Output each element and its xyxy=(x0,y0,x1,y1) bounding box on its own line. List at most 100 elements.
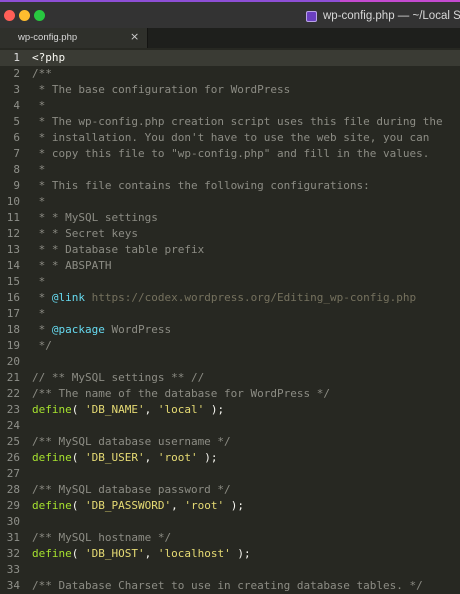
code-line[interactable]: 23 define( 'DB_NAME', 'local' ); xyxy=(0,402,460,418)
line-number: 28 xyxy=(6,483,20,496)
code-text: define( 'DB_PASSWORD', 'root' ); xyxy=(32,498,244,514)
code-line[interactable]: 13 * * Database table prefix xyxy=(0,242,460,258)
php-file-icon xyxy=(306,10,317,22)
code-token: /** MySQL database username */ xyxy=(32,435,231,448)
code-line[interactable]: 32 define( 'DB_HOST', 'localhost' ); xyxy=(0,546,460,562)
line-number: 10 xyxy=(6,195,20,208)
code-text: * @package WordPress xyxy=(32,322,171,338)
code-line[interactable]: 21 // ** MySQL settings ** // xyxy=(0,370,460,386)
code-text: * copy this file to "wp-config.php" and … xyxy=(32,146,430,162)
code-line[interactable]: 6 * installation. You don't have to use … xyxy=(0,130,460,146)
code-editor[interactable]: 1 <?php 2 /** 3 * The base configuration for… xyxy=(0,50,460,594)
code-text: // ** MySQL settings ** // xyxy=(32,370,204,386)
code-line[interactable]: 2 /** xyxy=(0,66,460,82)
code-token: * installation. You don't have to use th… xyxy=(32,131,430,144)
code-token: * xyxy=(32,275,46,288)
code-line[interactable]: 9 * This file contains the following con… xyxy=(0,178,460,194)
line-number: 8 xyxy=(13,163,20,176)
code-line[interactable]: 12 * * Secret keys xyxy=(0,226,460,242)
code-text: * xyxy=(32,194,46,210)
code-token: */ xyxy=(32,339,52,352)
code-line[interactable]: 25 /** MySQL database username */ xyxy=(0,434,460,450)
minimize-window-button[interactable] xyxy=(19,10,30,21)
code-token: * * MySQL settings xyxy=(32,211,158,224)
code-text: * xyxy=(32,274,46,290)
code-line[interactable]: 16 * @link https://codex.wordpress.org/E… xyxy=(0,290,460,306)
code-line[interactable]: 11 * * MySQL settings xyxy=(0,210,460,226)
code-line[interactable]: 15 * xyxy=(0,274,460,290)
line-number: 17 xyxy=(6,307,20,320)
code-line[interactable]: 26 define( 'DB_USER', 'root' ); xyxy=(0,450,460,466)
code-line[interactable]: 22 /** The name of the database for WordP… xyxy=(0,386,460,402)
code-token: ); xyxy=(204,403,225,416)
code-line[interactable]: 10 * xyxy=(0,194,460,210)
code-token: define xyxy=(32,403,72,416)
code-token: ( xyxy=(71,499,85,512)
code-line[interactable]: 1 <?php xyxy=(0,50,460,66)
line-number: 24 xyxy=(6,419,20,432)
code-token: 'root' xyxy=(157,451,198,464)
code-line[interactable]: 5 * The wp-config.php creation script us… xyxy=(0,114,460,130)
code-line[interactable]: 4 * xyxy=(0,98,460,114)
code-token: * * Database table prefix xyxy=(32,243,205,256)
line-number: 4 xyxy=(13,99,20,112)
code-token: , xyxy=(171,499,185,512)
code-line[interactable]: 19 */ xyxy=(0,338,460,354)
code-line[interactable]: 24 xyxy=(0,418,460,434)
line-number: 16 xyxy=(6,291,20,304)
code-token: /** Database Charset to use in creating … xyxy=(32,579,423,592)
code-token: https://codex.wordpress.org/Editing_wp-c… xyxy=(85,291,417,304)
line-number: 18 xyxy=(6,323,20,336)
zoom-window-button[interactable] xyxy=(34,10,45,21)
code-line[interactable]: 3 * The base configuration for WordPress xyxy=(0,82,460,98)
code-line[interactable]: 33 xyxy=(0,562,460,578)
code-line[interactable]: 20 xyxy=(0,354,460,370)
code-line[interactable]: 34 /** Database Charset to use in creatin… xyxy=(0,578,460,594)
code-token: * This file contains the following confi… xyxy=(32,179,370,192)
code-token: WordPress xyxy=(104,323,172,336)
code-text: /** MySQL hostname */ xyxy=(32,530,171,546)
code-text: <?php xyxy=(32,50,65,66)
close-window-button[interactable] xyxy=(4,10,15,21)
code-token: 'localhost' xyxy=(157,547,231,560)
line-number: 33 xyxy=(6,563,20,576)
code-token: ( xyxy=(71,403,85,416)
line-number: 15 xyxy=(6,275,20,288)
code-line[interactable]: 7 * copy this file to "wp-config.php" an… xyxy=(0,146,460,162)
line-number: 6 xyxy=(13,131,20,144)
code-line[interactable]: 14 * * ABSPATH xyxy=(0,258,460,274)
code-line[interactable]: 29 define( 'DB_PASSWORD', 'root' ); xyxy=(0,498,460,514)
code-token: /** xyxy=(32,67,52,80)
code-token: * xyxy=(32,291,52,304)
tab-wp-config[interactable]: wp-config.php × xyxy=(0,28,148,48)
line-number: 21 xyxy=(6,371,20,384)
code-line[interactable]: 28 /** MySQL database password */ xyxy=(0,482,460,498)
code-token: define xyxy=(32,451,72,464)
code-text: * * Database table prefix xyxy=(32,242,205,258)
line-number: 14 xyxy=(6,259,20,272)
code-text: /** MySQL database password */ xyxy=(32,482,231,498)
code-line[interactable]: 8 * xyxy=(0,162,460,178)
code-token: 'local' xyxy=(157,403,205,416)
code-text: * xyxy=(32,98,46,114)
code-line[interactable]: 17 * xyxy=(0,306,460,322)
code-line[interactable]: 18 * @package WordPress xyxy=(0,322,460,338)
title-bar[interactable]: wp-config.php — ~/Local Sit xyxy=(0,0,460,28)
tab-close-icon[interactable]: × xyxy=(130,30,139,43)
line-number: 2 xyxy=(13,67,20,80)
code-text: * The wp-config.php creation script uses… xyxy=(32,114,443,130)
code-token: 'root' xyxy=(184,499,225,512)
line-number: 11 xyxy=(6,211,20,224)
line-number: 32 xyxy=(6,547,20,560)
line-number: 22 xyxy=(6,387,20,400)
code-text: * installation. You don't have to use th… xyxy=(32,130,430,146)
code-token: * copy this file to "wp-config.php" and … xyxy=(32,147,430,160)
code-line[interactable]: 31 /** MySQL hostname */ xyxy=(0,530,460,546)
code-line[interactable]: 30 xyxy=(0,514,460,530)
code-line[interactable]: 27 xyxy=(0,466,460,482)
line-number: 30 xyxy=(6,515,20,528)
code-token: ); xyxy=(224,499,244,512)
code-token: * * ABSPATH xyxy=(32,259,112,272)
code-text: * This file contains the following confi… xyxy=(32,178,370,194)
line-number: 20 xyxy=(6,355,20,368)
